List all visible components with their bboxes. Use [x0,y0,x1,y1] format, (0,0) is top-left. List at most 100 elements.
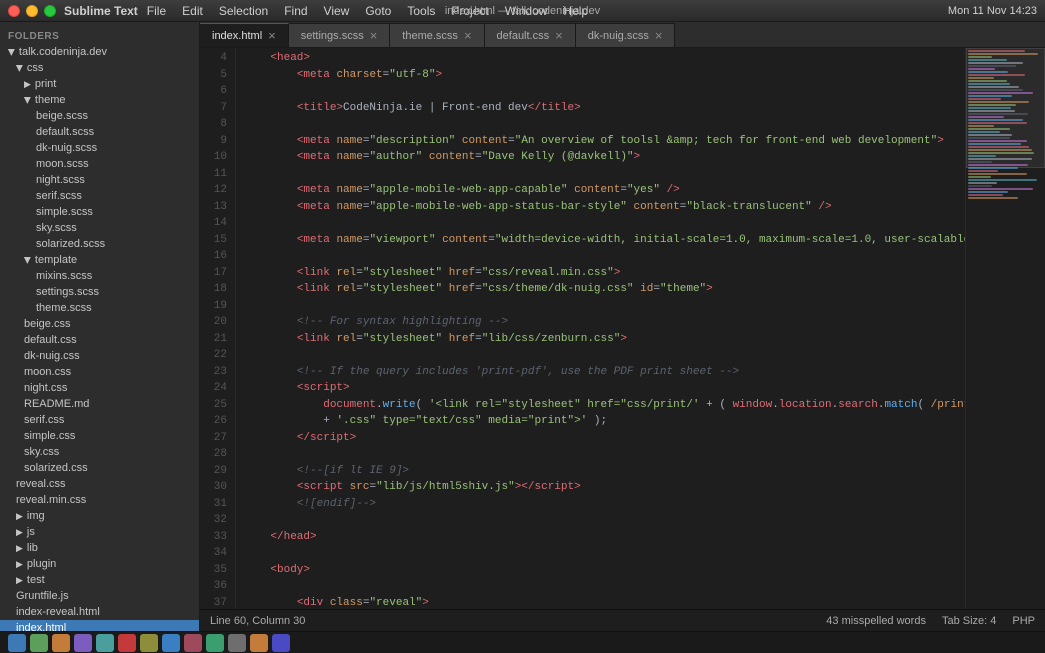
dock-icon-app1[interactable] [30,634,48,652]
dock-icon-app8[interactable] [184,634,202,652]
dock-icon-app2[interactable] [52,634,70,652]
dock-icon-app3[interactable] [74,634,92,652]
minimap-line [968,68,995,70]
tab-close-icon[interactable]: × [464,29,472,42]
sidebar-item-simple-css[interactable]: simple.css [0,428,199,444]
minimap-line [968,113,1028,115]
dock-icon-app9[interactable] [206,634,224,652]
line-number: 24 [208,380,227,397]
minimap-line [968,131,1000,133]
sidebar-item-gruntfile[interactable]: Gruntfile.js [0,588,199,604]
sidebar-item-sky-scss[interactable]: sky.scss [0,220,199,236]
menu-edit[interactable]: Edit [175,2,210,20]
dock-icon-app5[interactable] [118,634,136,652]
sidebar-item-beige-scss[interactable]: beige.scss [0,108,199,124]
code-line [244,545,957,562]
dock-icon-app7[interactable] [162,634,180,652]
minimize-button[interactable] [26,5,38,17]
sidebar-item-moon-scss[interactable]: moon.scss [0,156,199,172]
menu-view[interactable]: View [317,2,357,20]
code-line: <div class="reveal"> [244,595,957,610]
dock-icon-app4[interactable] [96,634,114,652]
dock-icon-finder[interactable] [8,634,26,652]
sidebar-item-js[interactable]: ▶ js [0,524,199,540]
sidebar-item-img[interactable]: ▶ img [0,508,199,524]
menu-find[interactable]: Find [277,2,314,20]
sidebar-item-default-css[interactable]: default.css [0,332,199,348]
close-button[interactable] [8,5,20,17]
tab-settings-scss[interactable]: settings.scss × [289,23,391,47]
sidebar-item-reveal-min-css[interactable]: reveal.min.css [0,492,199,508]
sidebar-item-sky-css[interactable]: sky.css [0,444,199,460]
sidebar-item-night-scss[interactable]: night.scss [0,172,199,188]
tab-theme-scss[interactable]: theme.scss × [390,23,484,47]
sidebar-item-plugin[interactable]: ▶ plugin [0,556,199,572]
maximize-button[interactable] [44,5,56,17]
minimap-line [968,191,1008,193]
dock-icon-app12[interactable] [272,634,290,652]
dock-icon-app11[interactable] [250,634,268,652]
sidebar-item-readme[interactable]: README.md [0,396,199,412]
tab-close-icon[interactable]: × [370,29,378,42]
dock-icon-app10[interactable] [228,634,246,652]
language-mode[interactable]: PHP [1012,615,1035,627]
line-number: 34 [208,545,227,562]
code-content[interactable]: <head> <meta charset="utf-8"> <title>Cod… [236,48,965,609]
tab-default-css[interactable]: default.css × [485,23,576,47]
sidebar-item-index-html[interactable]: index.html [0,620,199,631]
code-line: <meta name="author" content="Dave Kelly … [244,149,957,166]
tab-size[interactable]: Tab Size: 4 [942,615,996,627]
menu-goto[interactable]: Goto [358,2,398,20]
minimap-line [968,176,991,178]
sidebar-item-dk-nuig-css[interactable]: dk-nuig.css [0,348,199,364]
sidebar-item-settings-scss[interactable]: settings.scss [0,284,199,300]
sidebar-item-print[interactable]: ▶ print [0,76,199,92]
sidebar-item-theme[interactable]: ▶ theme [0,92,199,108]
dock-icon-app6[interactable] [140,634,158,652]
menu-file[interactable]: File [140,2,173,20]
sidebar-item-lib[interactable]: ▶ lib [0,540,199,556]
sidebar-item-template[interactable]: ▶ template [0,252,199,268]
line-number: 9 [208,133,227,150]
main-layout: FOLDERS ▶ talk.codeninja.dev ▶ css ▶ pri… [0,22,1045,631]
line-number: 10 [208,149,227,166]
minimap-line [968,197,1018,199]
sidebar-section: FOLDERS ▶ talk.codeninja.dev ▶ css ▶ pri… [0,22,199,631]
sidebar-item-theme-scss[interactable]: theme.scss [0,300,199,316]
sidebar-item-moon-css[interactable]: moon.css [0,364,199,380]
sidebar-item-simple-scss[interactable]: simple.scss [0,204,199,220]
sidebar-item-reveal-css[interactable]: reveal.css [0,476,199,492]
sidebar[interactable]: FOLDERS ▶ talk.codeninja.dev ▶ css ▶ pri… [0,22,200,631]
sidebar-item-solarized-css[interactable]: solarized.css [0,460,199,476]
sidebar-item-mixins[interactable]: mixins.scss [0,268,199,284]
line-number: 21 [208,331,227,348]
code-line: <body> [244,562,957,579]
sidebar-item-css[interactable]: ▶ css [0,60,199,76]
sidebar-item-serif-css[interactable]: serif.css [0,412,199,428]
sidebar-item-night-css[interactable]: night.css [0,380,199,396]
minimap-line [968,179,1037,181]
line-number: 16 [208,248,227,265]
sidebar-item-label: img [27,510,45,522]
minimap[interactable] [965,48,1045,609]
tab-index-html[interactable]: index.html × [200,23,289,47]
tab-close-icon[interactable]: × [268,29,276,42]
sidebar-item-index-reveal[interactable]: index-reveal.html [0,604,199,620]
sidebar-item-test[interactable]: ▶ test [0,572,199,588]
sidebar-item-label: simple.css [24,430,75,442]
sidebar-item-root[interactable]: ▶ talk.codeninja.dev [0,44,199,60]
sidebar-item-dk-nuig-scss[interactable]: dk-nuig.scss [0,140,199,156]
sidebar-item-serif-scss[interactable]: serif.scss [0,188,199,204]
tab-close-icon[interactable]: × [655,29,663,42]
sidebar-item-label: serif.css [24,414,64,426]
menu-tools[interactable]: Tools [400,2,442,20]
sidebar-item-beige-css[interactable]: beige.css [0,316,199,332]
tab-dk-nuig-scss[interactable]: dk-nuig.scss × [576,23,676,47]
sidebar-item-solarized-scss[interactable]: solarized.scss [0,236,199,252]
code-area[interactable]: 4567891011121314151617181920212223242526… [200,48,965,609]
minimap-line [968,104,1016,106]
tab-close-icon[interactable]: × [555,29,563,42]
sidebar-item-default-scss[interactable]: default.scss [0,124,199,140]
minimap-line [968,170,998,172]
menu-selection[interactable]: Selection [212,2,275,20]
